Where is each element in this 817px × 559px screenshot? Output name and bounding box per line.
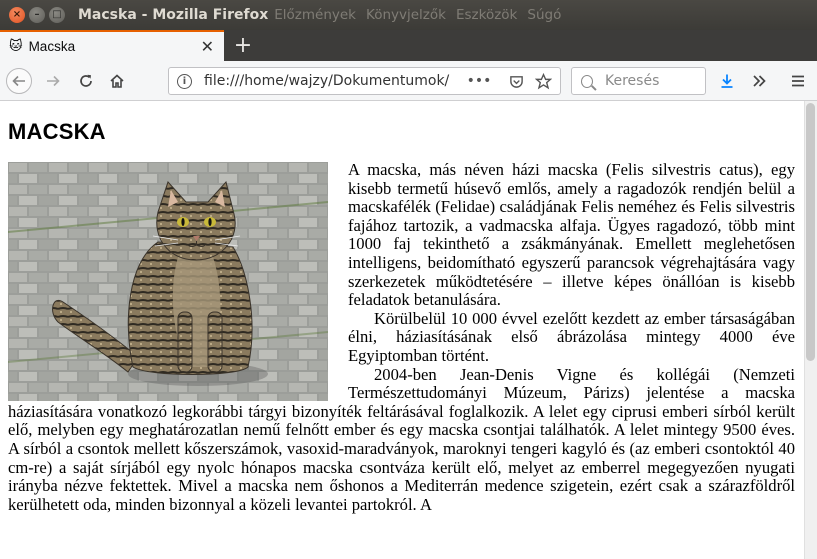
window-minimize-button[interactable]: – (29, 7, 45, 23)
home-icon (110, 74, 124, 88)
tab-strip: 🐱 Macska ✕ + (0, 30, 817, 61)
url-text[interactable]: file:///home/wajzy/Dokumentumok/ (204, 73, 454, 89)
window-title: Macska - Mozilla Firefox (78, 7, 269, 23)
menu-tools[interactable]: Eszközök (456, 7, 517, 23)
back-button[interactable] (6, 68, 32, 94)
cat-face-icon: 🐱 (9, 39, 23, 54)
arrow-left-icon (12, 75, 25, 87)
search-icon (581, 74, 593, 88)
download-arrow-icon (721, 74, 733, 88)
more-actions-icon[interactable]: ••• (467, 71, 492, 91)
tab-label: Macska (28, 39, 76, 54)
navigation-toolbar: i file:///home/wajzy/Dokumentumok/ ••• (0, 61, 817, 101)
menubar: Előzmények Könyvjelzők Eszközök Súgó (274, 7, 571, 23)
search-bar[interactable] (571, 67, 706, 95)
pocket-icon[interactable] (506, 71, 526, 91)
window-maximize-button[interactable]: □ (49, 7, 65, 23)
forward-button[interactable] (40, 68, 66, 94)
search-input[interactable] (605, 73, 705, 89)
hamburger-icon (792, 75, 804, 87)
overflow-menu-button[interactable] (746, 68, 772, 94)
window-titlebar: × – □ Macska - Mozilla Firefox Előzménye… (0, 0, 817, 30)
bookmark-star-icon[interactable] (533, 71, 553, 91)
cat-photo-image (8, 162, 328, 401)
downloads-button[interactable] (714, 68, 740, 94)
site-info-icon[interactable]: i (177, 73, 192, 89)
reload-icon (80, 74, 92, 87)
double-chevron-right-icon (753, 75, 766, 87)
page-content[interactable]: MACSKA A macska, más néven házi macska (… (0, 101, 817, 559)
cat-photo (8, 162, 328, 401)
hamburger-menu-button[interactable] (785, 68, 811, 94)
menu-history[interactable]: Előzmények (274, 7, 356, 23)
article-body: A macska, más néven házi macska (Felis s… (8, 160, 795, 514)
page-scrollbar[interactable] (804, 101, 817, 559)
window-close-button[interactable]: × (9, 7, 25, 23)
arrow-right-icon (47, 75, 60, 87)
new-tab-button[interactable]: + (230, 31, 256, 59)
menu-bookmarks[interactable]: Könyvjelzők (366, 7, 446, 23)
url-bar[interactable]: i file:///home/wajzy/Dokumentumok/ ••• (168, 67, 561, 95)
close-tab-icon[interactable]: ✕ (201, 37, 214, 56)
scrollbar-thumb[interactable] (806, 103, 815, 361)
tab-macska[interactable]: 🐱 Macska ✕ (0, 30, 224, 61)
reload-button[interactable] (73, 68, 99, 94)
home-button[interactable] (104, 68, 130, 94)
page-title: MACSKA (8, 119, 106, 144)
menu-help[interactable]: Súgó (527, 7, 561, 23)
